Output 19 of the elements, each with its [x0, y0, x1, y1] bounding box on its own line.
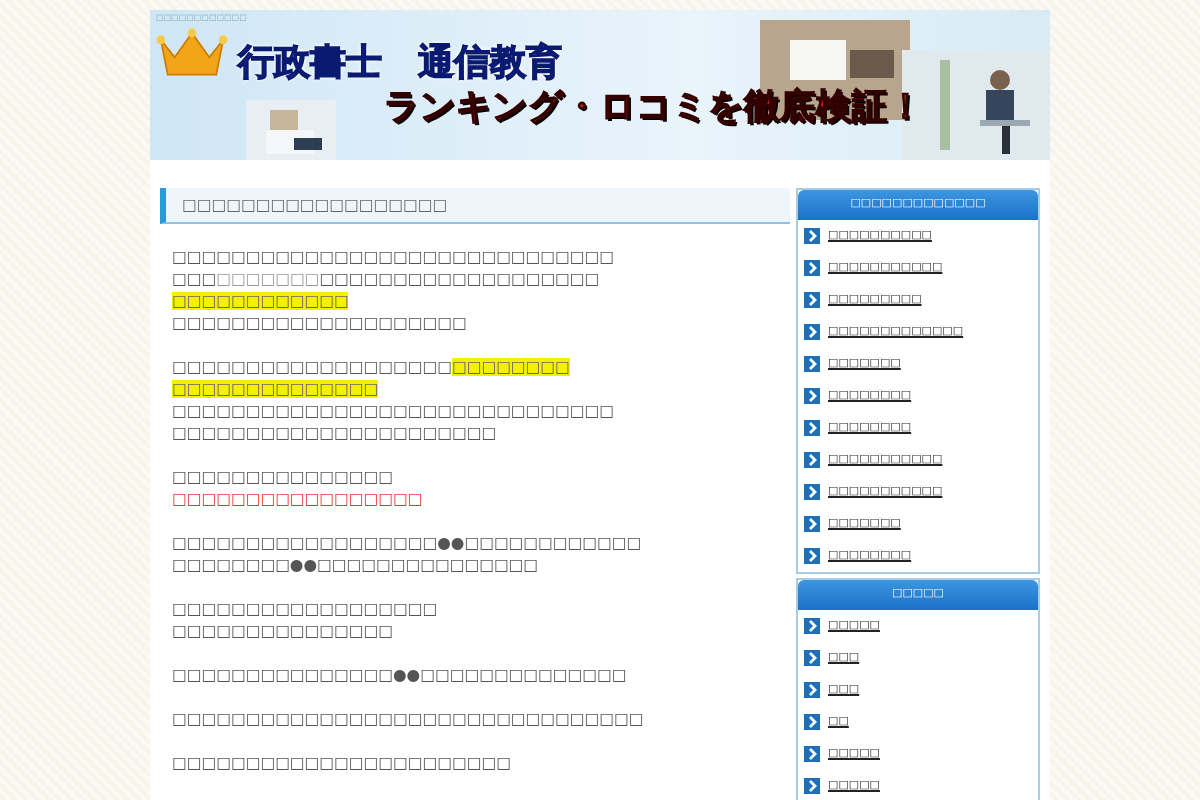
- chevron-icon: [804, 516, 820, 532]
- site-title: 行政書士 通信教育: [238, 40, 562, 86]
- chevron-icon: [804, 484, 820, 500]
- chevron-icon: [804, 228, 820, 244]
- chevron-icon: [804, 292, 820, 308]
- chevron-icon: [804, 260, 820, 276]
- chevron-icon: [804, 778, 820, 794]
- chevron-icon: [804, 682, 820, 698]
- chevron-icon: [804, 420, 820, 436]
- chevron-icon: [804, 324, 820, 340]
- chevron-icon: [804, 356, 820, 372]
- chevron-icon: [804, 452, 820, 468]
- chevron-icon: [804, 388, 820, 404]
- chevron-icon: [804, 618, 820, 634]
- chevron-icon: [804, 548, 820, 564]
- chevron-icon: [804, 714, 820, 730]
- chevron-icon: [804, 650, 820, 666]
- crown-icon: [156, 26, 228, 78]
- chevron-icon: [804, 746, 820, 762]
